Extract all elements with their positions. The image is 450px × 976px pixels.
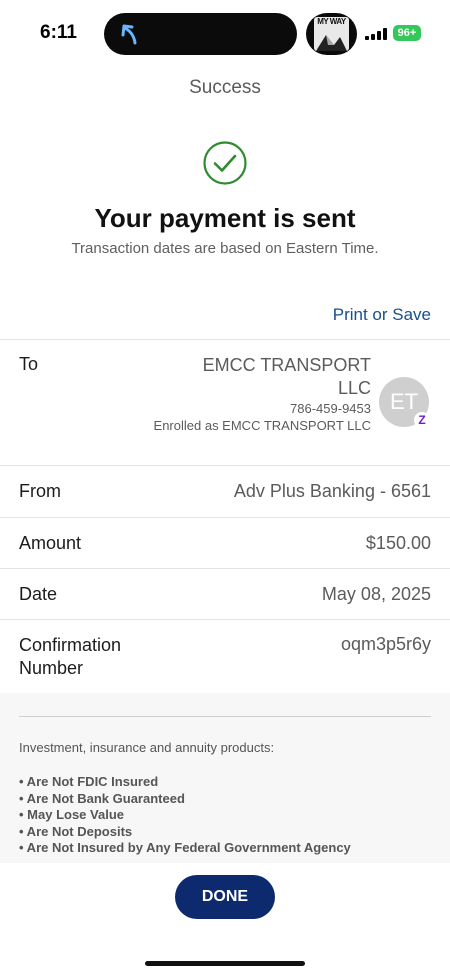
print-or-save-link[interactable]: Print or Save (333, 305, 431, 325)
payee-name: EMCC TRANSPORT LLC (202, 355, 371, 398)
confirmation-number-label: Confirmation Number (19, 635, 122, 678)
divider (0, 465, 450, 466)
divider (0, 619, 450, 620)
app-badge[interactable]: MY WAY (306, 13, 357, 55)
confirmation-number-value: oqm3p5r6y (340, 634, 431, 654)
list-item: • Are Not Deposits (19, 823, 133, 839)
battery-indicator: 96+ (393, 25, 421, 41)
divider (19, 716, 431, 717)
date-value: May 08, 2025 (321, 584, 431, 604)
amount-value: $150.00 (365, 533, 431, 553)
status-time: 6:11 (40, 22, 77, 43)
list-item: • Are Not FDIC Insured (19, 774, 159, 789)
disclosure-intro: Investment, insurance and annuity produc… (19, 740, 275, 755)
app-logo: MY WAY (314, 17, 349, 51)
success-check-icon (203, 141, 247, 185)
list-item: • Are Not Bank Guaranteed (19, 790, 185, 806)
payee-phone: 786-459-9453 (290, 401, 371, 416)
amount-label: Amount (19, 533, 82, 553)
back-arrow-icon[interactable] (118, 21, 144, 47)
disclosure-list: • Are Not FDIC Insured • Are Not Bank Gu… (19, 774, 351, 857)
date-label: Date (19, 584, 58, 604)
divider (0, 568, 450, 569)
divider (0, 339, 450, 340)
done-button[interactable]: DONE (175, 875, 275, 919)
to-label: To (19, 354, 39, 374)
home-indicator[interactable] (145, 961, 305, 966)
from-label: From (19, 481, 61, 501)
investment-disclosure: Investment, insurance and annuity produc… (0, 693, 450, 863)
from-value: Adv Plus Banking - 6561 (233, 481, 431, 501)
list-item: • Are Not Insured by Any Federal Governm… (19, 840, 351, 855)
payee-enrolled-name: Enrolled as EMCC TRANSPORT LLC (153, 418, 371, 433)
divider (0, 517, 450, 518)
confirmation-headline: Your payment is sent (94, 203, 356, 233)
zelle-icon: Z (414, 412, 430, 428)
list-item: • May Lose Value (19, 807, 124, 822)
signal-icon (365, 28, 387, 40)
timezone-note: Transaction dates are based on Eastern T… (71, 240, 379, 257)
page-title: Success (189, 77, 261, 98)
dynamic-island[interactable] (104, 13, 297, 55)
